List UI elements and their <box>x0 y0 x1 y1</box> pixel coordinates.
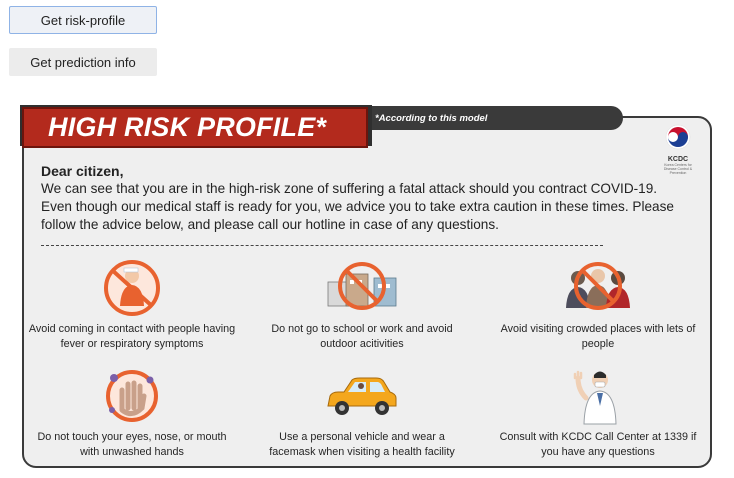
title-banner: HIGH RISK PROFILE* <box>20 105 372 148</box>
infographic-title: HIGH RISK PROFILE* <box>22 107 368 148</box>
tip-avoid-crowds: Avoid visiting crowded places with lets … <box>493 256 703 352</box>
tip-personal-vehicle: Use a personal vehicle and wear a facema… <box>257 366 467 460</box>
tip-avoid-school-work: Do not go to school or work and avoid ou… <box>257 256 467 352</box>
fever-contact-prohibited-icon <box>104 260 160 316</box>
citizen-letter: Dear citizen, We can see that you are in… <box>41 162 681 234</box>
get-risk-profile-button[interactable]: Get risk-profile <box>9 6 157 34</box>
letter-body: We can see that you are in the high-risk… <box>41 181 674 232</box>
crowd-prohibited-icon <box>566 262 630 310</box>
tip-caption: Do not touch your eyes, nose, or mouth w… <box>37 431 227 458</box>
model-footnote-tag: *According to this model <box>345 106 623 130</box>
tip-caption: Use a personal vehicle and wear a facema… <box>269 431 455 458</box>
tip-caption: Avoid coming in contact with people havi… <box>28 323 236 350</box>
school-work-prohibited-icon <box>327 262 397 310</box>
tip-caption: Do not go to school or work and avoid ou… <box>271 323 453 350</box>
tip-consult-call-center: Consult with KCDC Call Center at 1339 if… <box>493 366 703 460</box>
tip-avoid-fever-contact: Avoid coming in contact with people havi… <box>27 256 237 352</box>
get-prediction-info-button[interactable]: Get prediction info <box>9 48 157 76</box>
high-risk-profile-infographic: *According to this model HIGH RISK PROFI… <box>10 96 715 474</box>
tip-no-touching-face: Do not touch your eyes, nose, or mouth w… <box>27 366 237 460</box>
car-icon <box>327 377 397 415</box>
tip-caption: Avoid visiting crowded places with lets … <box>500 323 696 350</box>
dashed-divider <box>41 245 603 246</box>
tip-caption: Consult with KCDC Call Center at 1339 if… <box>499 431 697 458</box>
unwashed-hands-icon <box>106 370 158 422</box>
letter-greeting: Dear citizen, <box>41 163 124 179</box>
doctor-icon <box>573 370 617 425</box>
kcdc-emblem-icon <box>665 124 691 150</box>
